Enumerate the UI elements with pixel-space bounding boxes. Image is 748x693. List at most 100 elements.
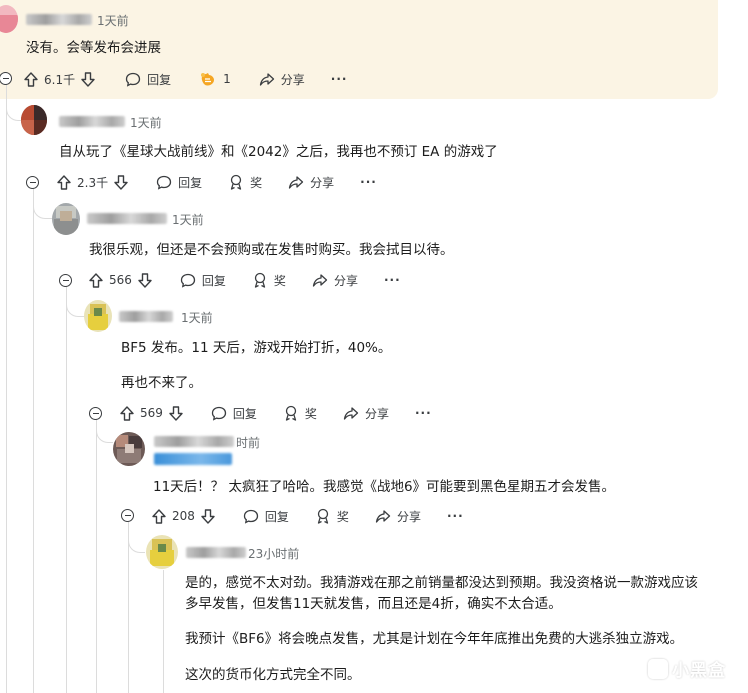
avatar[interactable]: [146, 535, 178, 569]
thread-elbow: [96, 426, 113, 443]
award-button[interactable]: 1: [199, 71, 231, 87]
more-options-button[interactable]: ···: [384, 273, 401, 287]
share-button[interactable]: 分享: [312, 272, 358, 289]
comment-body: 再也不来了。: [121, 375, 202, 391]
reply-button[interactable]: 回复: [180, 272, 226, 289]
comment-body: 11天后！？ 太疯狂了哈哈。我感觉《战地6》可能要到黑色星期五才会发售。: [153, 479, 616, 495]
username-blurred[interactable]: [87, 213, 167, 224]
more-options-button[interactable]: ···: [360, 175, 377, 189]
vote-control: 6.1千: [24, 71, 95, 88]
thread-line: [33, 189, 34, 693]
vote-count: 2.3千: [77, 175, 109, 190]
upvote-icon[interactable]: [24, 71, 38, 87]
comment-body: 我很乐观，但还是不会预购或在发售时购买。我会拭目以待。: [89, 242, 454, 258]
avatar[interactable]: [52, 203, 80, 235]
reply-button[interactable]: 回复: [156, 174, 202, 191]
share-button[interactable]: 分享: [375, 508, 421, 525]
comment-body: 这次的货币化方式完全不同。: [185, 667, 361, 683]
vote-control: 566: [89, 272, 152, 288]
more-options-button[interactable]: ···: [331, 72, 348, 86]
award-outline-icon: [254, 272, 266, 288]
share-button[interactable]: 分享: [259, 71, 305, 88]
reply-icon: [180, 273, 196, 288]
watermark-text: 小黑盒: [672, 661, 726, 681]
vote-control: 208: [152, 508, 215, 524]
downvote-icon[interactable]: [169, 405, 183, 421]
collapse-toggle[interactable]: [26, 176, 39, 189]
award-button[interactable]: 奖: [228, 174, 262, 191]
comment-time: 1天前: [172, 213, 204, 227]
thread-elbow: [66, 293, 85, 317]
downvote-icon[interactable]: [138, 272, 152, 288]
thread-line: [96, 420, 97, 693]
upvote-icon[interactable]: [57, 174, 71, 190]
user-badge: [154, 453, 232, 465]
award-count: 1: [223, 72, 231, 86]
collapse-toggle[interactable]: [121, 509, 134, 522]
more-options-button[interactable]: ···: [447, 509, 464, 523]
award-label: 奖: [304, 406, 317, 421]
downvote-icon[interactable]: [201, 508, 215, 524]
username-blurred[interactable]: [26, 14, 92, 25]
reply-icon: [243, 509, 259, 524]
award-label: 奖: [273, 273, 286, 288]
username-blurred[interactable]: [186, 547, 246, 558]
share-button[interactable]: 分享: [343, 405, 389, 422]
collapse-toggle[interactable]: [89, 407, 102, 420]
reply-button[interactable]: 回复: [243, 508, 289, 525]
award-label: 奖: [336, 509, 349, 524]
comment-time: 1天前: [97, 14, 129, 28]
comment-actions: 208 回复 奖 分享 ···: [152, 505, 464, 527]
upvote-icon[interactable]: [120, 405, 134, 421]
share-label: 分享: [333, 273, 358, 288]
share-label: 分享: [280, 72, 305, 87]
reply-icon: [125, 72, 141, 87]
reply-button[interactable]: 回复: [125, 71, 171, 88]
comment-time: 时前: [236, 436, 261, 450]
award-label: 奖: [250, 175, 263, 190]
heybox-logo-icon: [648, 658, 668, 679]
reply-icon: [156, 175, 172, 190]
watermark: 小黑盒: [648, 656, 726, 681]
comment-actions: 2.3千 回复 奖 分享 ···: [57, 171, 377, 193]
award-icon: [201, 73, 215, 86]
comment-body: BF5 发布。11 天后，游戏开始打折，40%。: [121, 340, 392, 356]
upvote-icon[interactable]: [152, 508, 166, 524]
share-label: 分享: [364, 406, 389, 421]
share-button[interactable]: 分享: [288, 174, 334, 191]
award-button[interactable]: 奖: [252, 272, 286, 289]
collapse-toggle[interactable]: [59, 274, 72, 287]
vote-count: 6.1千: [44, 72, 76, 87]
downvote-icon[interactable]: [114, 174, 128, 190]
vote-count: 566: [109, 273, 132, 287]
upvote-icon[interactable]: [89, 272, 103, 288]
username-blurred[interactable]: [154, 436, 234, 447]
share-icon: [375, 509, 391, 523]
thread-line: [163, 570, 164, 693]
award-button[interactable]: 奖: [283, 405, 317, 422]
username-blurred[interactable]: [119, 311, 173, 322]
downvote-icon[interactable]: [81, 71, 95, 87]
avatar[interactable]: [21, 105, 47, 135]
comment-body: 没有。会等发布会进展: [26, 40, 161, 56]
avatar[interactable]: [113, 432, 145, 466]
reply-label: 回复: [201, 273, 226, 288]
share-icon: [259, 72, 274, 86]
share-icon: [312, 273, 328, 287]
vote-control: 569: [120, 405, 183, 421]
award-button[interactable]: 奖: [315, 508, 349, 525]
comment-time: 1天前: [130, 116, 162, 130]
reply-button[interactable]: 回复: [211, 405, 257, 422]
avatar[interactable]: [84, 300, 112, 332]
avatar[interactable]: [0, 5, 18, 33]
share-label: 分享: [310, 175, 335, 190]
more-options-button[interactable]: ···: [415, 406, 432, 420]
vote-count: 208: [172, 509, 195, 523]
thread-line: [66, 287, 67, 693]
comment-body: 我预计《BF6》将会晚点发售，尤其是计划在今年年底推出免费的大逃杀独立游戏。: [185, 631, 684, 647]
reply-icon: [211, 406, 227, 421]
username-blurred[interactable]: [59, 116, 125, 127]
thread-elbow: [128, 528, 145, 553]
reply-label: 回复: [232, 406, 257, 421]
share-icon: [343, 406, 359, 420]
